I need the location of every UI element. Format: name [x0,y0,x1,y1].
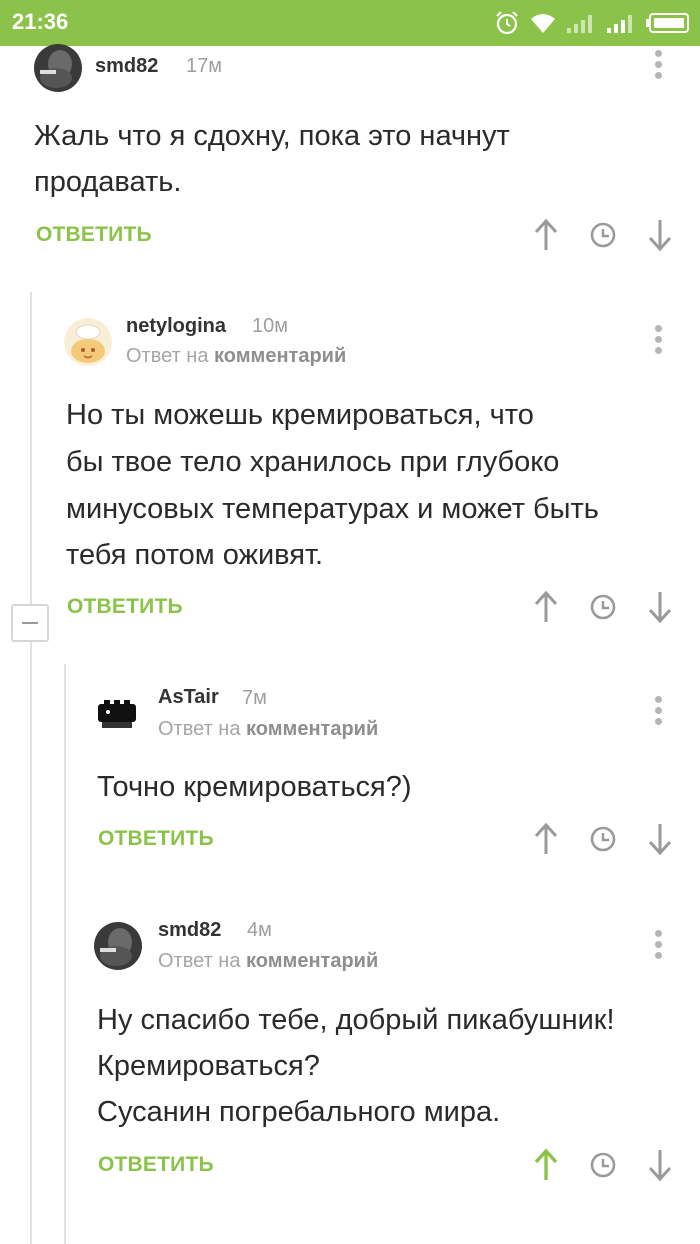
reply-to-label: Ответ на комментарий [158,950,378,973]
username[interactable]: smd82 [158,919,221,942]
reply-target-link[interactable]: комментарий [246,950,378,972]
more-vert-icon[interactable] [652,928,666,962]
comment-time: 4м [247,919,272,941]
reply-button[interactable]: ОТВЕТИТЬ [98,1153,214,1177]
comment-text-line: Сусанин погребального мира. [97,1096,501,1128]
comment: smd82 4м Ответ на комментарий Ну спасибо… [0,0,700,1244]
arrow-up-icon[interactable] [531,1148,561,1182]
avatar[interactable] [94,922,142,970]
reply-prefix: Ответ на [158,950,241,972]
comment-text-line: Ну спасибо тебе, добрый пикабушник! [97,1004,615,1036]
arrow-down-icon[interactable] [645,1148,675,1182]
comment-text-line: Кремироваться? [97,1050,320,1082]
clock-icon[interactable] [588,1148,618,1182]
